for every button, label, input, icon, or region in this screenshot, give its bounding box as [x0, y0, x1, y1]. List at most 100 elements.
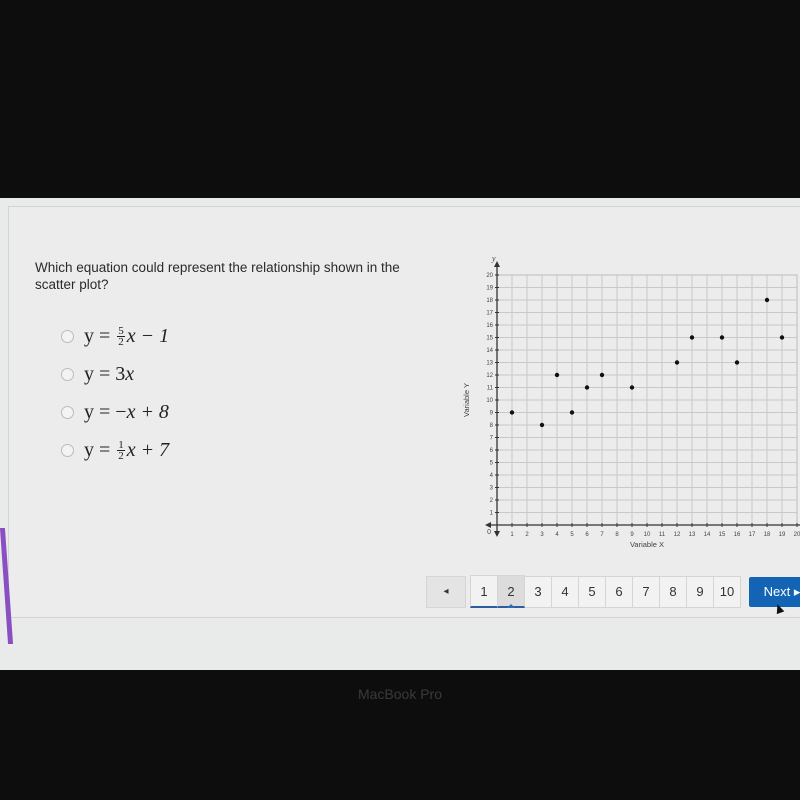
page-button[interactable]: 8	[659, 575, 687, 608]
data-point	[584, 385, 590, 390]
answer-option[interactable]: y = 52x − 1	[61, 317, 169, 355]
y-tick-label: 4	[490, 473, 494, 479]
data-point	[509, 410, 515, 415]
y-tick-label: 10	[486, 398, 493, 404]
triangle-left-icon: ◂	[443, 586, 449, 597]
data-point	[539, 422, 545, 428]
equation-prefix: y =	[84, 438, 116, 461]
answer-options: y = 52x − 1y = 3x y = −x + 8y = 12x + 7	[61, 317, 169, 469]
y-tick-label: 15	[486, 336, 493, 342]
next-button[interactable]: Next ▸	[749, 576, 800, 607]
x-tick-label: 17	[749, 532, 756, 538]
page-button[interactable]: 2	[497, 575, 525, 608]
screen: Which equation could represent the relat…	[0, 198, 800, 670]
data-point	[599, 372, 605, 378]
pagination: ◂ 1 2 3 4 5 6 7 8 9 10 Next ▸	[426, 575, 800, 608]
fraction-denominator: 2	[118, 336, 124, 349]
x-axis-arrow-left-icon	[485, 522, 491, 528]
answer-option[interactable]: y = 3x	[61, 355, 169, 393]
data-point	[629, 385, 635, 390]
equation-label: y = −x + 8	[84, 401, 169, 424]
y-tick-label: 6	[490, 448, 494, 454]
y-tick-label: 12	[486, 373, 493, 379]
data-point	[764, 297, 770, 303]
data-point	[719, 335, 725, 340]
x-tick-label: 16	[734, 532, 741, 538]
page-button[interactable]: 9	[686, 575, 714, 608]
x-tick-label: 8	[615, 532, 619, 538]
answer-option[interactable]: y = 12x + 7	[61, 431, 169, 469]
fraction: 52	[117, 326, 125, 349]
equation-prefix: y =	[84, 324, 116, 347]
y-tick-label: 18	[486, 298, 493, 304]
y-tick-label: 20	[486, 273, 493, 279]
page-button[interactable]: 4	[551, 575, 579, 608]
radio-button[interactable]	[61, 443, 74, 457]
x-tick-label: 19	[779, 532, 786, 538]
y-axis-label: Variable Y	[462, 383, 471, 417]
page-button[interactable]: 6	[605, 575, 633, 608]
y-tick-label: 8	[490, 423, 494, 429]
page-button[interactable]: 5	[578, 575, 606, 608]
y-axis-letter: y	[491, 254, 496, 263]
y-tick-label: 13	[486, 361, 493, 367]
y-tick-label: 19	[486, 286, 493, 292]
fraction-denominator: 2	[118, 450, 124, 463]
equation-label: y = 3x	[84, 363, 134, 386]
x-tick-label: 14	[704, 532, 711, 538]
x-tick-label: 15	[719, 532, 726, 538]
data-point	[554, 372, 560, 378]
equation-suffix: x + 8	[126, 400, 169, 423]
previous-button[interactable]: ◂	[426, 575, 466, 608]
x-tick-label: 2	[525, 532, 529, 538]
y-tick-label: 11	[487, 386, 494, 392]
page-button[interactable]: 7	[632, 575, 660, 608]
y-tick-label: 2	[490, 498, 494, 504]
data-point	[674, 360, 680, 365]
answer-option[interactable]: y = −x + 8	[61, 393, 169, 431]
origin-label: 0	[487, 529, 491, 536]
x-tick-label: 9	[630, 532, 634, 538]
question-text: Which equation could represent the relat…	[35, 260, 400, 292]
radio-button[interactable]	[61, 329, 74, 343]
radio-button[interactable]	[61, 405, 74, 419]
x-tick-label: 12	[674, 532, 681, 538]
x-tick-label: 20	[794, 532, 800, 538]
y-tick-label: 7	[490, 436, 494, 442]
data-point	[779, 335, 785, 340]
y-tick-label: 3	[490, 486, 494, 492]
x-tick-label: 6	[585, 532, 589, 538]
y-tick-label: 1	[490, 511, 494, 517]
equation-suffix: x + 7	[126, 438, 170, 461]
equation-prefix: y = 3	[84, 362, 126, 385]
data-point	[734, 360, 740, 365]
equation-prefix: y = −	[84, 400, 127, 423]
data-point	[689, 335, 695, 340]
x-tick-label: 13	[689, 532, 696, 538]
y-tick-label: 17	[486, 311, 493, 317]
page-button[interactable]: 10	[713, 575, 741, 608]
y-tick-label: 5	[490, 461, 494, 467]
radio-button[interactable]	[61, 367, 74, 381]
equation-suffix: x	[125, 362, 135, 385]
x-axis-label: Variable X	[630, 540, 664, 549]
page-button[interactable]: 3	[524, 575, 552, 608]
x-tick-label: 7	[600, 532, 604, 538]
y-tick-label: 16	[486, 323, 493, 329]
x-tick-label: 10	[644, 532, 651, 538]
y-tick-label: 9	[490, 411, 494, 417]
question-panel: Which equation could represent the relat…	[8, 206, 800, 618]
x-tick-label: 4	[555, 532, 559, 538]
y-tick-label: 14	[486, 348, 493, 354]
fraction: 12	[117, 440, 125, 463]
equation-label: y = 12x + 7	[84, 439, 169, 462]
x-tick-label: 3	[540, 532, 544, 538]
equation-label: y = 52x − 1	[84, 325, 169, 348]
x-tick-label: 11	[659, 532, 666, 538]
x-tick-label: 18	[764, 532, 771, 538]
equation-suffix: x − 1	[126, 324, 170, 347]
page-button[interactable]: 1	[470, 575, 498, 608]
y-axis-arrow-down-icon	[494, 531, 500, 537]
x-tick-label: 5	[570, 532, 574, 538]
x-tick-label: 1	[510, 532, 514, 538]
